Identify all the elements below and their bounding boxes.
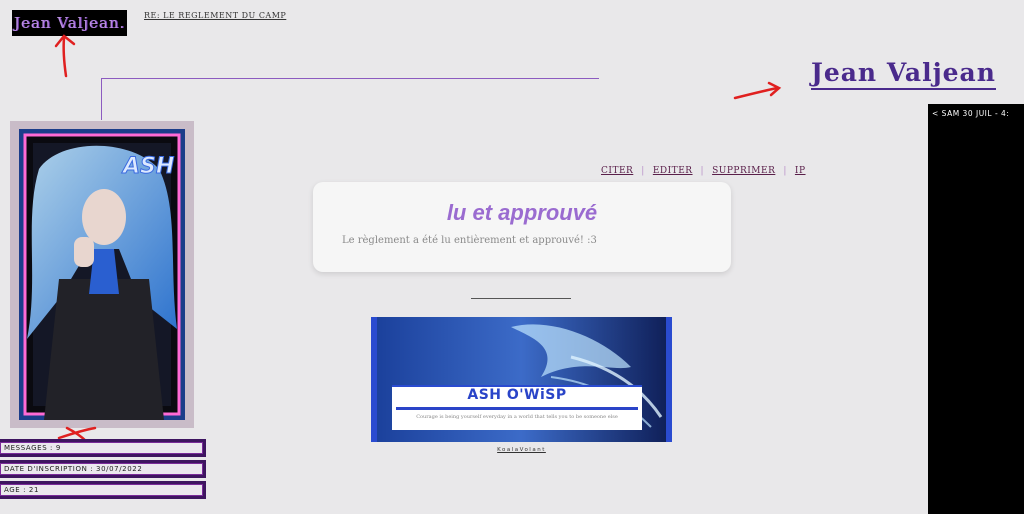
stat-messages: MESSAGES : 9 xyxy=(0,439,206,457)
avatar[interactable]: ASH xyxy=(19,129,185,420)
signature-title: ASH O'WiSP xyxy=(467,387,567,403)
avatar-text: ASH xyxy=(121,154,174,179)
edit-button[interactable]: EDITER xyxy=(645,166,701,176)
post-actions: CITER | EDITER | SUPPRIMER | IP xyxy=(601,166,814,176)
signature-tagline: Courage is being yourself everyday in a … xyxy=(416,414,618,420)
delete-button[interactable]: SUPPRIMER xyxy=(704,166,783,176)
annotation-arrow-up-icon xyxy=(54,34,76,78)
connector-line-vertical xyxy=(101,78,102,120)
ip-button[interactable]: IP xyxy=(787,166,814,176)
quote-button[interactable]: CITER xyxy=(601,166,641,176)
post-date: < SAM 30 JUIL - 4: xyxy=(932,109,1010,118)
connector-line-horizontal xyxy=(101,78,599,79)
profile-stats: MESSAGES : 9 DATE D'INSCRIPTION : 30/07/… xyxy=(0,439,206,502)
avatar-frame: ASH xyxy=(10,121,194,428)
signature-title-box: ASH O'WiSP Courage is being yourself eve… xyxy=(392,385,642,430)
post-title: lu et approuvé xyxy=(446,200,598,225)
logo-text: Jean Valjean. xyxy=(13,14,126,32)
post-body: Le règlement a été lu entièrement et app… xyxy=(342,235,597,246)
stat-registration-date: DATE D'INSCRIPTION : 30/07/2022 xyxy=(0,460,206,478)
right-sidebar-panel: < SAM 30 JUIL - 4: xyxy=(928,104,1024,514)
post-content-card: lu et approuvé Le règlement a été lu ent… xyxy=(313,182,731,272)
signature-rule xyxy=(396,407,638,410)
stat-age: AGE : 21 xyxy=(0,481,206,499)
signature-credit-link[interactable]: KoalaVolant xyxy=(371,447,672,453)
annotation-arrow-right-icon xyxy=(733,81,782,100)
topic-title-link[interactable]: RE: LE REGLEMENT DU CAMP xyxy=(144,11,286,20)
username-link[interactable]: Jean Valjean xyxy=(811,58,996,90)
signature-divider xyxy=(471,298,571,299)
